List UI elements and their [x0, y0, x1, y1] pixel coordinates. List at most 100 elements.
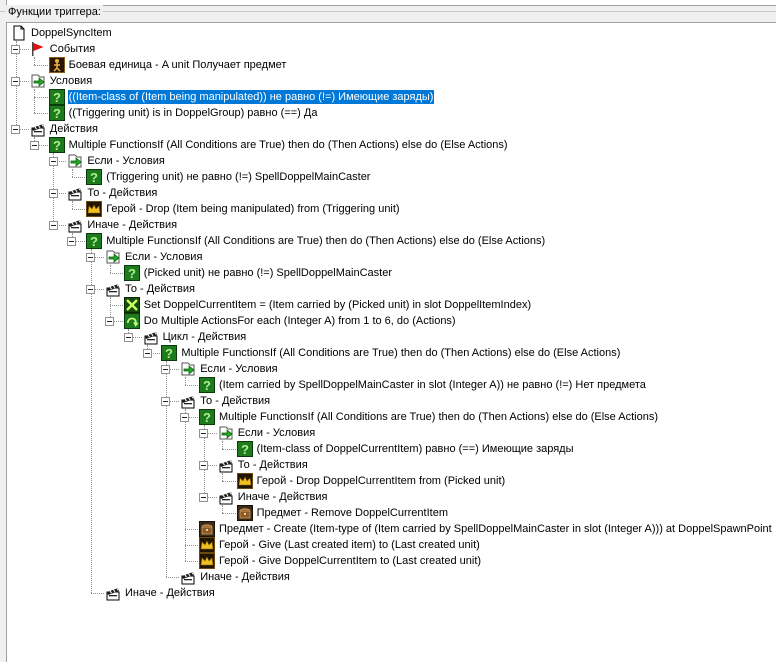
flag-icon [30, 41, 46, 57]
tree-node[interactable]: Цикл - Действия [143, 329, 248, 345]
tree-node[interactable]: Иначе - Действия [105, 585, 216, 601]
tree-connector-line [184, 529, 198, 530]
collapse-toggle[interactable] [199, 492, 208, 502]
tree-node[interactable]: ? Multiple FunctionsIf (All Conditions ar… [48, 137, 509, 153]
collapse-toggle[interactable] [161, 396, 171, 406]
clapper-icon [180, 569, 196, 585]
tree-node[interactable]: Если - Условия [67, 153, 165, 169]
collapse-toggle[interactable] [86, 284, 96, 294]
crown-icon [86, 201, 103, 217]
question-icon: ? [86, 233, 103, 249]
tree-node[interactable]: Do Multiple ActionsFor each (Integer A) … [123, 313, 457, 329]
tree-node-label: ((Item-class of (Item being manipulated)… [67, 90, 435, 104]
collapse-toggle[interactable] [29, 140, 39, 150]
tree-node[interactable]: Предмет - Remove DoppelCurrentItem [236, 505, 449, 521]
tree-connector-line [34, 113, 48, 114]
tree-node[interactable]: Герой - Give (Last created item) to (Las… [199, 537, 481, 553]
question-icon: ? [161, 345, 178, 361]
tree-node[interactable]: То - Действия [180, 393, 271, 409]
tree-connector-line [34, 89, 36, 113]
tree-node-label: ((Triggering unit) is in DoppelGroup) ра… [68, 107, 318, 119]
tree-node[interactable]: ? ((Item-class of (Item being manipulated… [48, 89, 435, 105]
tree-node[interactable]: ? ((Triggering unit) is in DoppelGroup) р… [48, 105, 319, 121]
question-icon: ? [48, 105, 65, 121]
tree-node[interactable]: Если - Условия [218, 425, 316, 441]
tree-node-label: Условия [49, 75, 93, 87]
tree-node-label: Multiple FunctionsIf (All Conditions are… [68, 139, 508, 151]
clapper-icon [105, 585, 121, 601]
collapse-toggle[interactable] [11, 124, 20, 134]
tree-node-label: Герой - Give (Last created item) to (Las… [219, 539, 480, 551]
collapse-toggle[interactable] [105, 316, 114, 326]
condition-folder-icon [180, 361, 196, 377]
tree-node-label: Если - Условия [87, 155, 165, 167]
tree-node[interactable]: ? Multiple FunctionsIf (All Conditions ar… [86, 233, 546, 249]
tree-connector-line [109, 265, 111, 273]
tree-node[interactable]: ? Multiple FunctionsIf (All Conditions ar… [161, 345, 621, 361]
tree-connector-line [109, 305, 123, 306]
tree-node[interactable]: То - Действия [218, 457, 309, 473]
tree-node-label: (Picked unit) не равно (!=) SpellDoppelM… [143, 267, 392, 279]
collapse-toggle[interactable] [48, 188, 58, 198]
tree-node[interactable]: Иначе - Действия [67, 217, 178, 233]
tree-connector-line [71, 209, 86, 210]
collapse-toggle[interactable] [48, 156, 58, 166]
tree-node[interactable]: Герой - Drop DoppelCurrentItem from (Pic… [236, 473, 507, 489]
tree-node-label: Иначе - Действия [125, 587, 215, 599]
tree-node[interactable]: Боевая единица - A unit Получает предмет [48, 57, 288, 73]
tree-node-label: Set DoppelCurrentItem = (Item carried by… [143, 299, 532, 311]
tree-node[interactable]: Герой - Drop (Item being manipulated) fr… [86, 201, 400, 217]
crown-icon [199, 537, 215, 553]
tree-connector-line [165, 577, 180, 578]
tree-node-label: Если - Условия [125, 251, 203, 263]
tree-node-label: Если - Условия [237, 427, 316, 439]
tree-connector-line [222, 449, 236, 450]
tree-node[interactable]: ? (Item carried by SpellDoppelMainCaster … [199, 377, 647, 393]
chest-icon [199, 521, 215, 537]
tree-node[interactable]: Предмет - Create (Item-type of (Item car… [199, 521, 773, 537]
clapper-icon [180, 393, 196, 409]
question-icon: ? [199, 409, 215, 425]
svg-text:?: ? [165, 346, 173, 361]
tree-node-label: Иначе - Действия [200, 571, 290, 583]
tree-node-label: То - Действия [87, 187, 158, 199]
tree-node[interactable]: DoppelSyncItem [11, 25, 113, 41]
collapse-toggle[interactable] [11, 44, 20, 54]
tree-connector-line [34, 65, 48, 66]
clapper-icon [218, 489, 234, 505]
tree-node[interactable]: То - Действия [67, 185, 158, 201]
collapse-toggle[interactable] [48, 220, 58, 230]
tree-node-label: Multiple FunctionsIf (All Conditions are… [219, 411, 658, 423]
tree-node[interactable]: Иначе - Действия [218, 489, 329, 505]
tree-node[interactable]: Герой - Give DoppelCurrentItem to (Last … [199, 553, 482, 569]
tree-node[interactable]: Иначе - Действия [180, 569, 291, 585]
tree-connector-line [184, 409, 186, 561]
tree-node[interactable]: ? (Item-class of DoppelCurrentItem) равно… [236, 441, 575, 457]
collapse-toggle[interactable] [142, 348, 152, 358]
chest-icon [236, 505, 253, 521]
tree-node[interactable]: ? Multiple FunctionsIf (All Conditions ar… [199, 409, 659, 425]
tree-node[interactable]: То - Действия [105, 281, 196, 297]
tree-node[interactable]: ? (Triggering unit) не равно (!=) SpellDo… [86, 169, 371, 185]
tree-node[interactable]: Set DoppelCurrentItem = (Item carried by… [123, 297, 532, 313]
collapse-toggle[interactable] [123, 332, 133, 342]
tree-node-label: (Triggering unit) не равно (!=) SpellDop… [106, 171, 371, 183]
tree-node[interactable]: Действия [30, 121, 99, 137]
collapse-toggle[interactable] [199, 428, 208, 438]
tree-node[interactable]: Условия [30, 73, 93, 89]
collapse-toggle[interactable] [199, 460, 208, 470]
collapse-toggle[interactable] [67, 236, 77, 246]
tree-node[interactable]: ? (Picked unit) не равно (!=) SpellDoppel… [123, 265, 393, 281]
tree-connector-line [184, 385, 198, 386]
tree-connector-line [109, 273, 123, 274]
tree-node[interactable]: Если - Условия [180, 361, 278, 377]
tree-node[interactable]: События [30, 41, 96, 57]
svg-text:?: ? [203, 410, 211, 425]
tree-connector-line [71, 201, 73, 209]
collapse-toggle[interactable] [180, 412, 190, 422]
collapse-toggle[interactable] [11, 76, 20, 86]
collapse-toggle[interactable] [161, 364, 171, 374]
trigger-tree[interactable]: DoppelSyncItem События Боевая единица - A … [6, 22, 776, 662]
collapse-toggle[interactable] [86, 252, 96, 262]
tree-node[interactable]: Если - Условия [105, 249, 203, 265]
